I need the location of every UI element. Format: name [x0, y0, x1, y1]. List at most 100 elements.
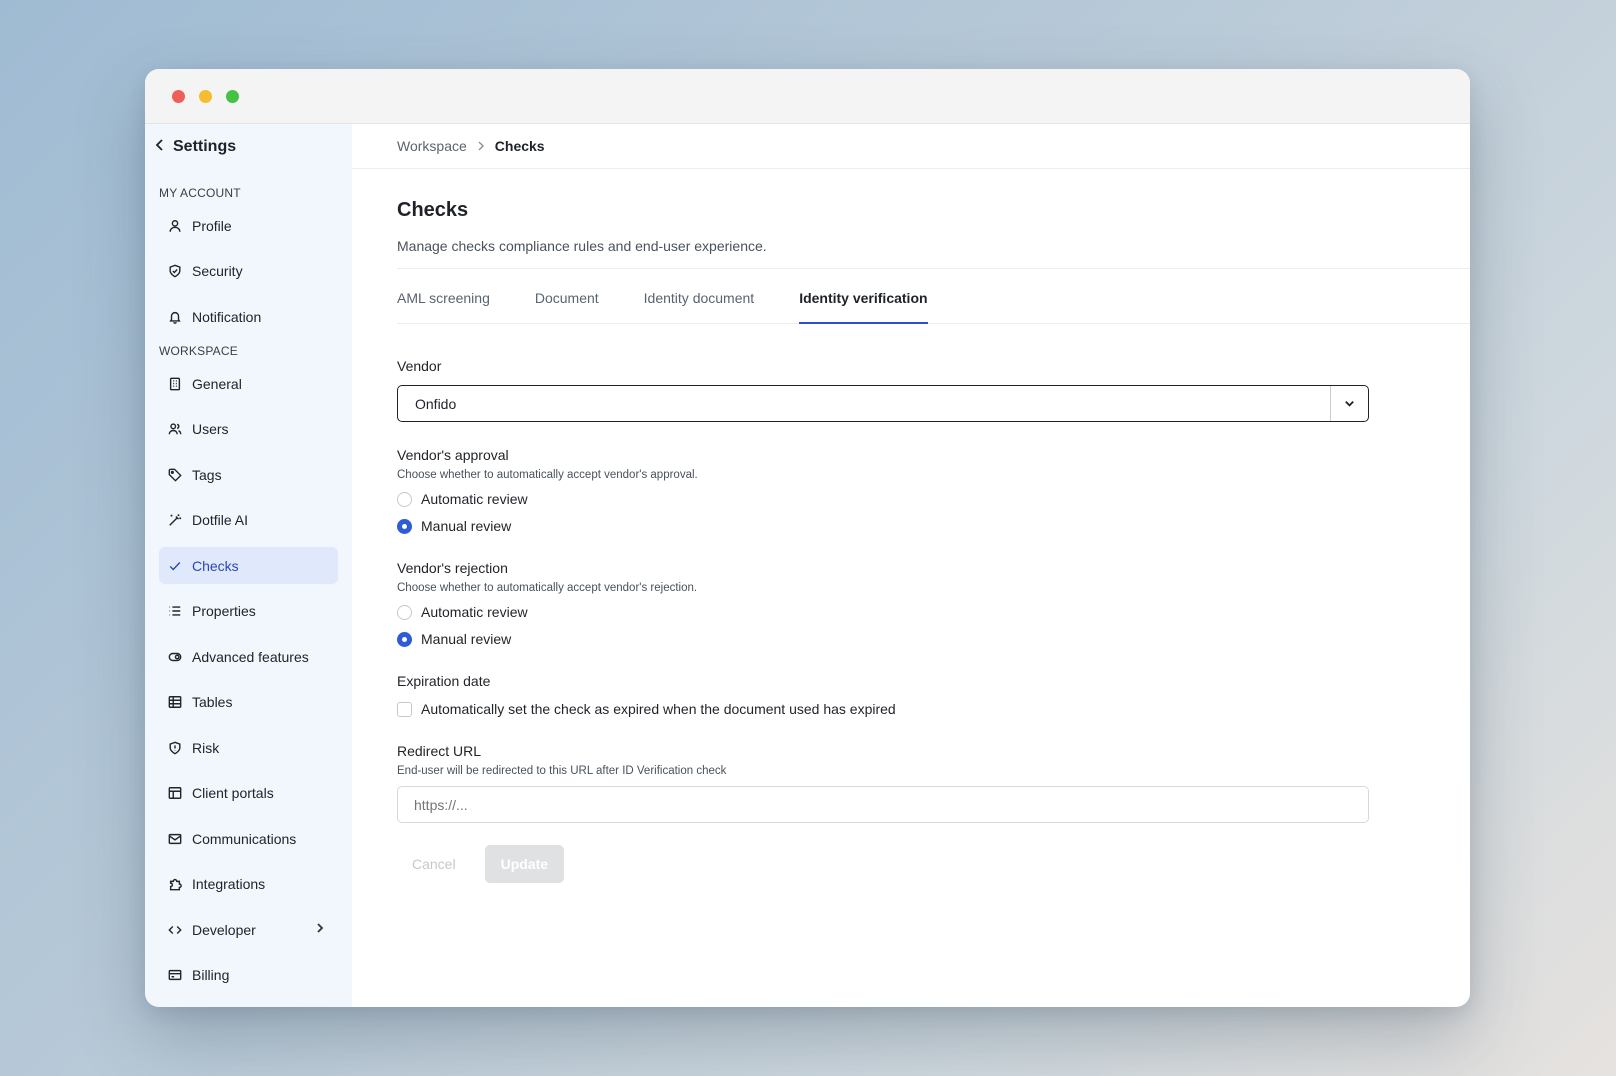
approval-manual-review-option[interactable]: Manual review	[397, 517, 1470, 535]
sidebar-item-label: Security	[192, 263, 243, 279]
checkbox-label: Automatically set the check as expired w…	[421, 701, 896, 717]
shield-check-icon	[168, 264, 182, 278]
approval-automatic-review-option[interactable]: Automatic review	[397, 490, 1470, 508]
sidebar-item-developer[interactable]: Developer	[159, 911, 338, 948]
sidebar-item-integrations[interactable]: Integrations	[159, 866, 338, 903]
building-icon	[168, 377, 182, 391]
tab-document[interactable]: Document	[535, 269, 599, 323]
sidebar-item-label: Tables	[192, 694, 233, 710]
vendor-approval-label: Vendor's approval	[397, 447, 509, 463]
toggle-icon	[168, 650, 182, 664]
layout-icon	[168, 786, 182, 800]
check-icon	[168, 559, 182, 573]
minimize-window-button[interactable]	[199, 89, 212, 103]
radio-label: Manual review	[421, 518, 512, 534]
tab-identity-verification[interactable]: Identity verification	[799, 269, 928, 324]
rejection-manual-review-option[interactable]: Manual review	[397, 630, 1470, 648]
sidebar-item-properties[interactable]: Properties	[159, 593, 338, 630]
rejection-automatic-review-option[interactable]: Automatic review	[397, 603, 1470, 621]
vendor-select-value: Onfido	[415, 395, 457, 412]
radio-button[interactable]	[397, 491, 412, 507]
sidebar-item-label: Risk	[192, 739, 220, 756]
magic-wand-icon	[168, 513, 182, 527]
radio-button[interactable]	[397, 604, 412, 620]
expiration-checkbox-row[interactable]: Automatically set the check as expired w…	[397, 700, 1470, 718]
settings-sidebar: Settings MY ACCOUNT Profile Security Not…	[145, 124, 352, 1007]
sidebar-item-security[interactable]: Security	[159, 253, 338, 290]
title-bar	[145, 69, 1470, 124]
user-icon	[168, 219, 182, 233]
sidebar-item-label: General	[192, 375, 242, 392]
sidebar-item-tables[interactable]: Tables	[159, 684, 338, 721]
redirect-url-input[interactable]	[397, 786, 1369, 823]
sidebar-item-notification[interactable]: Notification	[159, 298, 338, 335]
code-icon	[168, 923, 182, 937]
sidebar-item-label: Dotfile AI	[192, 512, 249, 528]
radio-label: Automatic review	[421, 604, 528, 620]
sidebar-item-label: Tags	[192, 466, 222, 483]
sidebar-item-profile[interactable]: Profile	[159, 207, 338, 244]
users-icon	[168, 422, 182, 436]
sidebar-item-label: Properties	[192, 603, 256, 619]
wallet-icon	[168, 968, 182, 982]
radio-button-selected[interactable]	[397, 518, 412, 534]
close-window-button[interactable]	[172, 89, 185, 103]
breadcrumb-workspace-link[interactable]: Workspace	[397, 138, 467, 154]
vendor-select[interactable]: Onfido	[397, 385, 1369, 422]
main-content: Workspace Checks Checks Manage checks co…	[352, 124, 1470, 1007]
tab-identity-document[interactable]: Identity document	[644, 269, 755, 323]
vendor-label: Vendor	[397, 358, 442, 374]
chevron-right-icon	[314, 921, 328, 935]
expiration-date-label: Expiration date	[397, 673, 491, 689]
table-icon	[168, 695, 182, 709]
sidebar-item-billing[interactable]: Billing	[159, 957, 338, 994]
cancel-button[interactable]: Cancel	[397, 845, 471, 883]
sidebar-item-label: Checks	[192, 557, 239, 574]
redirect-url-help: End-user will be redirected to this URL …	[397, 765, 727, 777]
expiration-checkbox[interactable]	[397, 701, 412, 717]
sidebar-item-label: Client portals	[192, 785, 274, 801]
sidebar-item-label: Advanced features	[192, 648, 309, 665]
sidebar-item-client-portals[interactable]: Client portals	[159, 775, 338, 812]
settings-back-label: Settings	[173, 137, 237, 155]
sidebar-item-checks[interactable]: Checks	[159, 547, 338, 584]
zoom-window-button[interactable]	[226, 89, 239, 103]
vendor-approval-help: Choose whether to automatically accept v…	[397, 469, 698, 481]
mail-icon	[168, 832, 182, 846]
sidebar-item-advanced-features[interactable]: Advanced features	[159, 638, 338, 675]
sidebar-item-label: Developer	[192, 921, 256, 938]
settings-back-button[interactable]: Settings	[155, 124, 338, 169]
breadcrumb-current: Checks	[494, 138, 545, 154]
sidebar-item-label: Communications	[192, 830, 297, 847]
page-title: Checks	[397, 199, 469, 221]
page-subtitle: Manage checks compliance rules and end-u…	[397, 238, 767, 254]
section-label-my-account: MY ACCOUNT	[159, 186, 241, 200]
section-label-workspace: WORKSPACE	[159, 344, 238, 358]
sidebar-item-label: Integrations	[192, 876, 266, 892]
puzzle-icon	[168, 877, 182, 891]
checks-tabs: AML screening Document Identity document…	[397, 269, 1470, 324]
vendor-rejection-help: Choose whether to automatically accept v…	[397, 582, 698, 594]
sidebar-item-tags[interactable]: Tags	[159, 456, 338, 493]
sidebar-item-general[interactable]: General	[159, 365, 338, 402]
sidebar-item-label: Billing	[192, 967, 230, 983]
redirect-url-label: Redirect URL	[397, 743, 482, 759]
radio-button-selected[interactable]	[397, 631, 412, 647]
update-button[interactable]: Update	[484, 845, 565, 883]
bell-icon	[168, 310, 182, 324]
list-icon	[168, 604, 182, 618]
sidebar-item-dotfile-ai[interactable]: Dotfile AI	[159, 502, 338, 539]
chevron-right-icon	[477, 139, 485, 154]
tag-icon	[168, 468, 182, 482]
sidebar-item-label: Notification	[192, 308, 262, 325]
sidebar-item-risk[interactable]: Risk	[159, 729, 338, 766]
app-window: Settings MY ACCOUNT Profile Security Not…	[145, 69, 1470, 1007]
tab-aml-screening[interactable]: AML screening	[397, 269, 490, 323]
radio-label: Automatic review	[421, 491, 528, 507]
sidebar-item-users[interactable]: Users	[159, 411, 338, 448]
chevron-down-icon[interactable]	[1330, 386, 1368, 421]
breadcrumb: Workspace Checks	[352, 124, 1470, 169]
vendor-rejection-label: Vendor's rejection	[397, 560, 508, 576]
sidebar-item-communications[interactable]: Communications	[159, 820, 338, 857]
radio-label: Manual review	[421, 631, 512, 647]
